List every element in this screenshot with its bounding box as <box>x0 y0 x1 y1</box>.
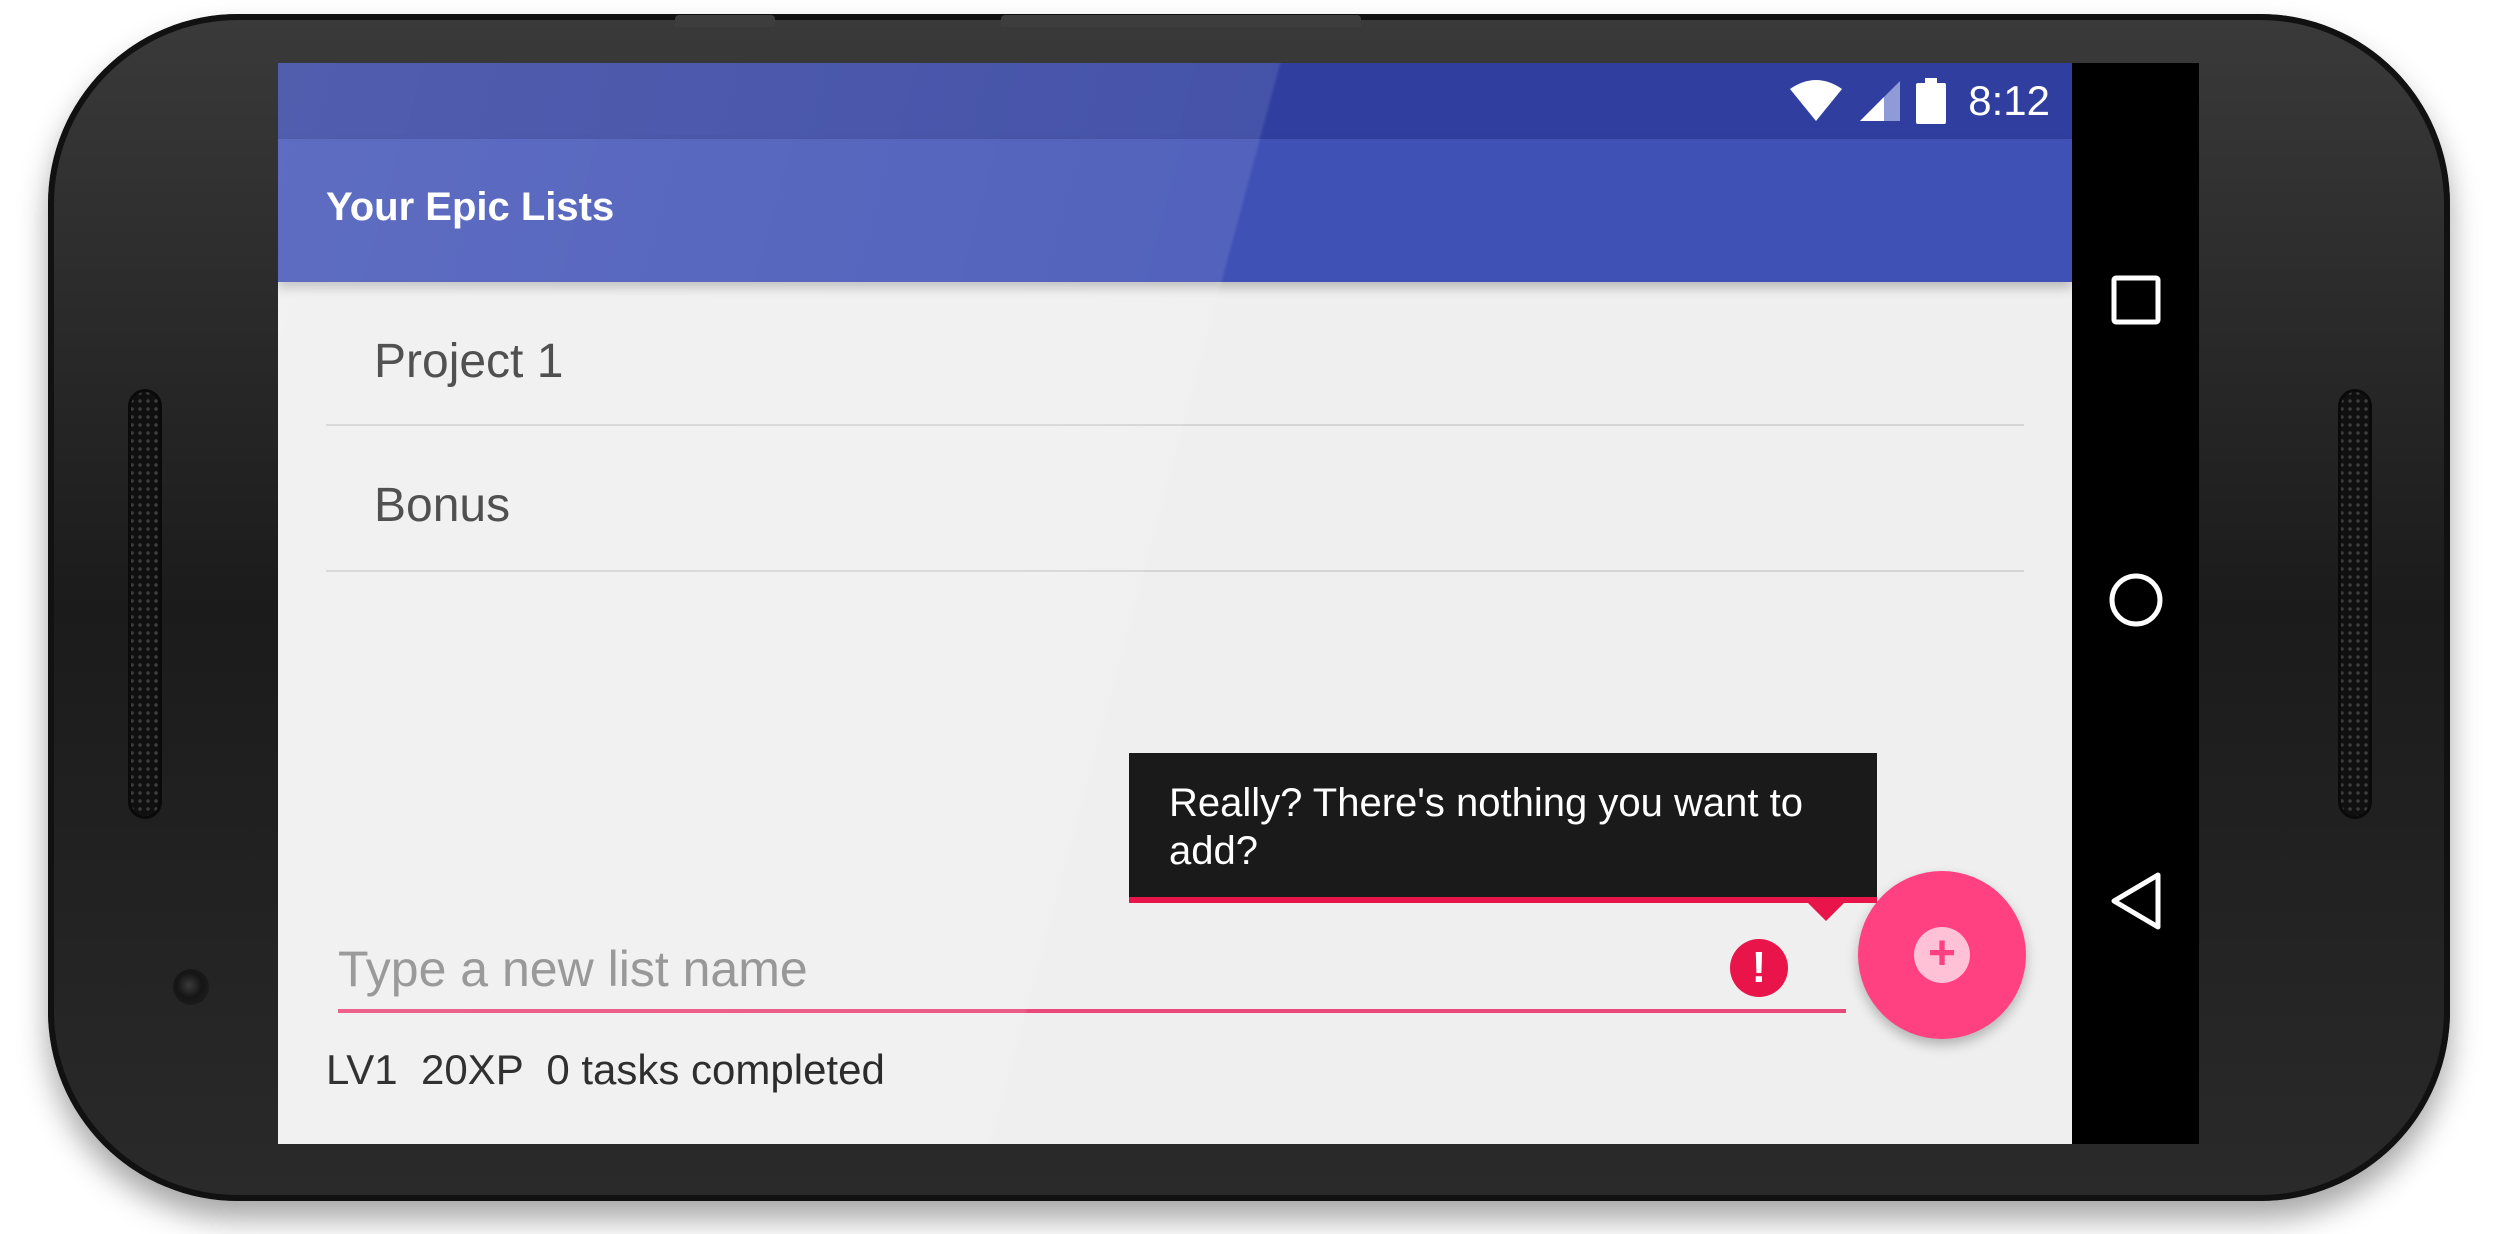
input-underline <box>338 1009 1846 1013</box>
battery-icon <box>1916 78 1947 124</box>
navigation-bar <box>2072 63 2199 1144</box>
back-button[interactable] <box>2101 866 2171 936</box>
list-item-project-1[interactable]: Project 1 <box>326 282 2024 426</box>
epic-lists: Project 1 Bonus <box>326 282 2024 572</box>
speaker-grille-left <box>128 389 162 819</box>
signal-icon <box>1860 81 1901 121</box>
speaker-grille-right <box>2338 389 2372 819</box>
list-item-bonus[interactable]: Bonus <box>326 426 2024 572</box>
error-tooltip: Really? There's nothing you want to add? <box>1129 753 1877 903</box>
player-stats: LV1 20XP 0 tasks completed <box>326 1046 885 1094</box>
new-list-name-input[interactable] <box>338 933 1778 1005</box>
recents-square-icon <box>2111 275 2161 325</box>
list-item-label: Project 1 <box>374 335 564 388</box>
front-camera <box>173 969 209 1005</box>
add-list-button[interactable]: + <box>1858 871 2026 1039</box>
back-triangle-icon <box>2111 872 2161 930</box>
status-bar: 8:12 <box>278 63 2072 139</box>
phone-side-button-left <box>675 15 775 27</box>
home-button[interactable] <box>2101 565 2171 635</box>
new-list-field <box>338 933 1846 1013</box>
status-icons: 8:12 <box>1788 73 2050 129</box>
wifi-icon <box>1790 80 1843 121</box>
home-circle-icon <box>2109 573 2163 627</box>
app-title: Your Epic Lists <box>326 185 615 229</box>
level-label: LV1 <box>326 1046 398 1093</box>
list-item-label: Bonus <box>374 479 511 532</box>
add-icon: + <box>1914 927 1970 983</box>
app-bar: Your Epic Lists <box>278 139 2072 282</box>
tasks-completed-label: 0 tasks completed <box>546 1046 885 1093</box>
phone-side-button-right <box>1001 15 1361 27</box>
recents-button[interactable] <box>2101 265 2171 335</box>
error-tooltip-message: Really? There's nothing you want to add? <box>1169 781 1803 873</box>
error-icon: ! <box>1730 939 1788 997</box>
clock-time: 8:12 <box>1968 77 2050 124</box>
app-screen: 8:12 Your Epic Lists Project 1 Bonus Rea… <box>278 63 2072 1144</box>
xp-label: 20XP <box>420 1046 523 1093</box>
error-tooltip-arrow <box>1808 903 1844 921</box>
